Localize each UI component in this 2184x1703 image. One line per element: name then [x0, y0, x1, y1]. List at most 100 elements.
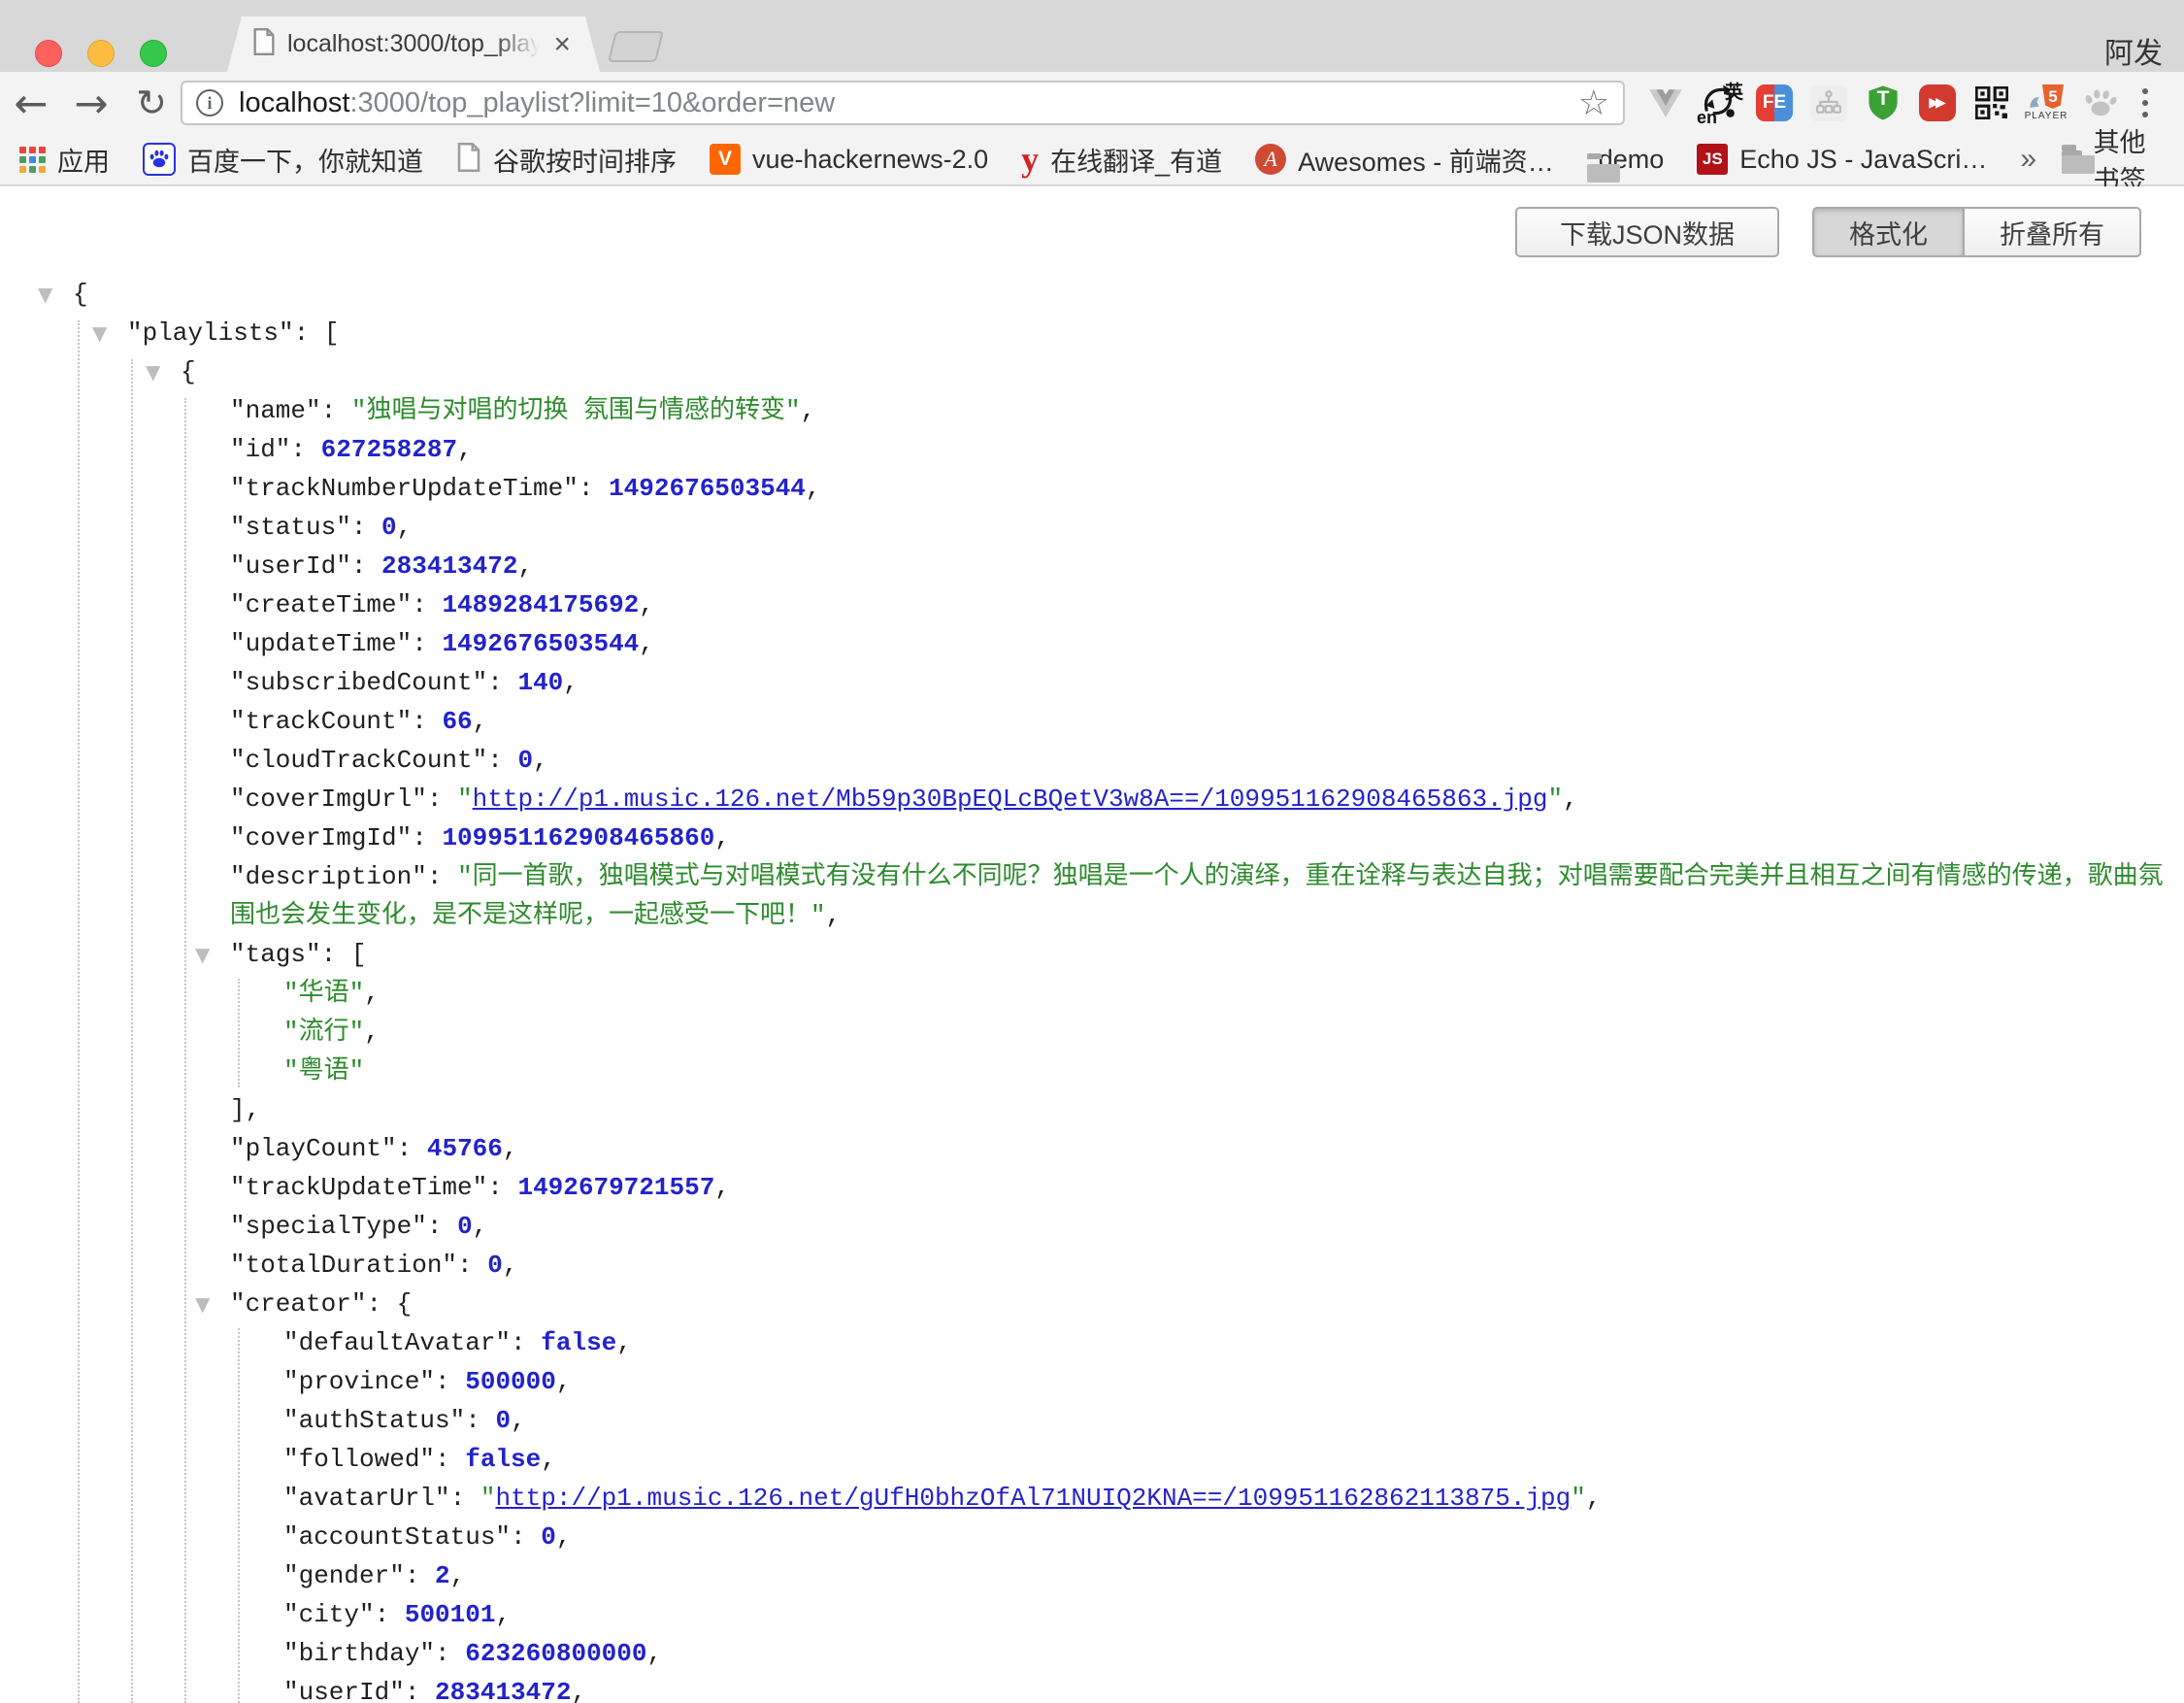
bookmarks-overflow-chevron[interactable]: »: [2020, 143, 2036, 176]
json-punctuation: ,: [495, 1600, 511, 1629]
json-punctuation: :: [487, 668, 517, 697]
json-number-value: 0: [517, 746, 533, 775]
json-string-value: ": [480, 1484, 496, 1513]
apps-grid-icon: [19, 147, 46, 173]
json-punctuation: ,: [806, 474, 821, 503]
json-punctuation: :: [405, 1678, 435, 1703]
json-punctuation: ,: [511, 1406, 526, 1435]
translate-icon[interactable]: 英en: [1693, 76, 1747, 130]
json-punctuation: :: [427, 785, 457, 814]
json-line: "totalDuration": 0,: [0, 1246, 2184, 1285]
json-punctuation: :: [511, 1328, 541, 1357]
awesomes-icon: A: [1255, 144, 1286, 175]
json-punctuation: ,: [473, 707, 488, 736]
json-number-value: 0: [541, 1522, 556, 1552]
json-key: "tags": [230, 940, 321, 969]
json-punctuation: :: [465, 1406, 495, 1435]
window-maximize-button[interactable]: [140, 40, 167, 67]
json-punctuation: :: [435, 1639, 465, 1668]
json-key: "city": [283, 1600, 375, 1629]
address-bar[interactable]: i localhost:3000/top_playlist?limit=10&o…: [181, 81, 1625, 125]
browser-window: localhost:3000/top_playlist?lim × 阿发 ← →…: [0, 0, 2184, 1703]
json-punctuation: ,: [541, 1445, 556, 1474]
reload-icon[interactable]: ↻: [124, 72, 179, 134]
json-punctuation: ,: [457, 435, 473, 464]
json-key: "playlists": [127, 318, 294, 348]
json-key: "id": [230, 435, 290, 464]
json-punctuation: ,: [517, 551, 533, 581]
json-url-link[interactable]: http://p1.music.126.net/Mb59p30BpEQLcBQe…: [473, 785, 1548, 814]
url-text[interactable]: localhost:3000/top_playlist?limit=10&ord…: [239, 87, 835, 119]
sitemap-icon[interactable]: [1802, 76, 1856, 130]
window-minimize-button[interactable]: [87, 40, 115, 67]
json-key: "trackNumberUpdateTime": [230, 474, 579, 503]
bookmarks-bar: 应用 百度一下，你就知道谷歌按时间排序 Vvue-hackernews-2.0 y在…: [0, 134, 2184, 186]
bookmark-item-demo[interactable]: demo: [1587, 145, 1665, 175]
apps-shortcut[interactable]: 应用: [19, 141, 110, 179]
bookmark-item-awesomes-[interactable]: AAwesomes - 前端资…: [1255, 141, 1554, 179]
json-line: "trackCount": 66,: [0, 702, 2184, 741]
json-punctuation: : [: [321, 940, 367, 969]
json-punctuation: :: [412, 707, 442, 736]
json-string-value: "同一首歌，独唱模式与对唱模式有没有什么不同呢？独唱是一个人的演绎，重在诠释与表…: [230, 862, 2164, 930]
collapse-toggle-icon[interactable]: ▼: [38, 275, 52, 314]
vue-devtools-icon[interactable]: [1638, 76, 1693, 130]
shield-t-icon[interactable]: T: [1856, 76, 1910, 130]
json-punctuation: :: [412, 629, 442, 658]
new-tab-button[interactable]: [608, 31, 664, 62]
json-key: "name": [230, 396, 321, 425]
tab-close-icon[interactable]: ×: [553, 30, 571, 59]
json-line: "华语",: [0, 974, 2184, 1013]
json-line: "粤语": [0, 1052, 2184, 1090]
bookmark-item--[interactable]: 百度一下，你就知道: [143, 141, 423, 179]
bookmark-item-echo-js-javascri-[interactable]: JSEcho JS - JavaScri…: [1697, 144, 1987, 175]
page-icon: [456, 143, 481, 177]
fast-forward-icon[interactable]: ▶▶: [1910, 76, 1965, 130]
json-key: "gender": [283, 1561, 405, 1590]
forward-icon[interactable]: →: [64, 72, 118, 134]
bookmark-item--[interactable]: 谷歌按时间排序: [456, 141, 677, 179]
json-punctuation: ,: [473, 1212, 488, 1241]
json-url-link[interactable]: http://p1.music.126.net/gUfH0bhzOfAl71NU…: [495, 1484, 1571, 1513]
download-json-button[interactable]: 下载JSON数据: [1515, 207, 1779, 257]
bookmark-item-vue-hackernews-2-0[interactable]: Vvue-hackernews-2.0: [710, 144, 988, 175]
collapse-all-button[interactable]: 折叠所有: [1965, 207, 2141, 257]
json-line: "specialType": 0,: [0, 1207, 2184, 1246]
browser-tab[interactable]: localhost:3000/top_playlist?lim ×: [227, 17, 600, 72]
qr-code-icon[interactable]: [1965, 76, 2019, 130]
json-punctuation: ,: [556, 1367, 572, 1396]
json-number-value: 0: [457, 1212, 473, 1241]
collapse-toggle-icon[interactable]: ▼: [146, 352, 160, 391]
collapse-toggle-icon[interactable]: ▼: [195, 1285, 210, 1323]
collapse-toggle-icon[interactable]: ▼: [92, 314, 107, 352]
format-button[interactable]: 格式化: [1812, 207, 1965, 257]
json-punctuation: :: [412, 590, 442, 619]
tab-strip: localhost:3000/top_playlist?lim × 阿发: [0, 0, 2184, 72]
json-number-value: 2: [435, 1561, 450, 1590]
json-tree: ▼{▼"playlists": [▼{"name": "独唱与对唱的切换 氛围与…: [0, 275, 2184, 1703]
json-string-value: "流行": [283, 1018, 364, 1047]
apps-label: 应用: [57, 141, 110, 179]
json-line: "authStatus": 0,: [0, 1401, 2184, 1440]
bookmark-star-icon[interactable]: ☆: [1578, 83, 1609, 123]
fe-icon[interactable]: FE: [1747, 76, 1802, 130]
json-line: "city": 500101,: [0, 1595, 2184, 1634]
json-line: "playCount": 45766,: [0, 1129, 2184, 1168]
window-close-button[interactable]: [35, 40, 62, 67]
json-punctuation: :: [290, 435, 320, 464]
profile-name[interactable]: 阿发: [2104, 29, 2163, 72]
json-punctuation: ,: [556, 1522, 572, 1552]
json-line: ▼{: [0, 352, 2184, 391]
collapse-toggle-icon[interactable]: ▼: [195, 935, 210, 974]
json-punctuation: :: [351, 551, 381, 581]
json-number-value: 109951162908465860: [442, 823, 714, 852]
json-punctuation: ,: [826, 901, 842, 930]
json-punctuation: :: [412, 823, 442, 852]
bookmark-item--[interactable]: y在线翻译_有道: [1021, 141, 1222, 179]
back-icon[interactable]: ←: [4, 72, 58, 134]
json-line: "updateTime": 1492676503544,: [0, 624, 2184, 663]
json-key: "accountStatus": [283, 1522, 511, 1552]
json-line: "subscribedCount": 140,: [0, 663, 2184, 702]
info-icon[interactable]: i: [196, 89, 223, 117]
json-punctuation: :: [450, 1484, 480, 1513]
